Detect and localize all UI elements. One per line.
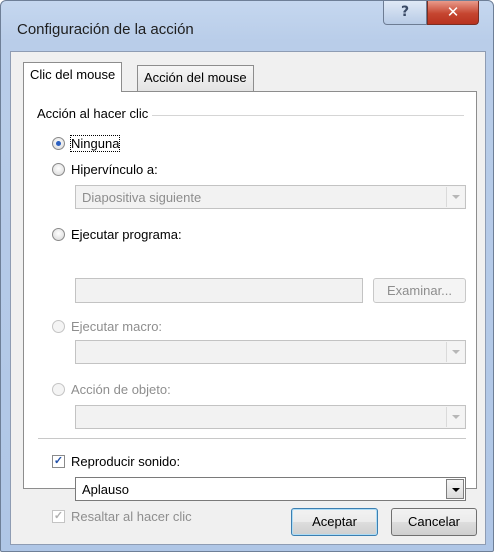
help-button[interactable]: ? — [383, 1, 427, 25]
checkbox-resaltar-label: Resaltar al hacer clic — [71, 508, 192, 524]
radio-ninguna-label: Ninguna — [69, 134, 121, 152]
chevron-down-icon — [446, 407, 464, 427]
sound-select-value: Aplauso — [82, 482, 129, 497]
macro-select — [75, 340, 466, 364]
group-heading: Acción al hacer clic — [37, 106, 153, 121]
section-divider — [38, 438, 466, 439]
close-button[interactable]: ✕ — [427, 1, 479, 25]
program-path-input[interactable] — [75, 278, 363, 303]
hyperlink-select[interactable]: Diapositiva siguiente — [75, 185, 466, 209]
cancel-button[interactable]: Cancelar — [391, 508, 477, 536]
tab-clic-del-mouse[interactable]: Clic del mouse — [23, 62, 123, 92]
chevron-down-icon[interactable] — [446, 479, 464, 499]
checkmark-icon[interactable]: ✓ — [52, 454, 65, 468]
radio-ejecutar-macro[interactable]: Ejecutar macro: — [52, 317, 162, 335]
title-bar[interactable]: Configuración de la acción ? ✕ — [1, 1, 494, 51]
dialog-window: Configuración de la acción ? ✕ Clic del … — [0, 0, 494, 552]
tab-panel: Acción al hacer clic Ninguna Hipervíncul… — [23, 91, 477, 524]
checkbox-reproducir-sonido[interactable]: ✓ Reproducir sonido: — [52, 452, 180, 470]
radio-ejecutar-programa-label: Ejecutar programa: — [71, 226, 182, 242]
chevron-down-icon[interactable] — [446, 187, 464, 207]
radio-ninguna[interactable]: Ninguna — [52, 134, 121, 152]
tab-accion-del-mouse[interactable]: Acción del mouse — [137, 65, 254, 91]
close-icon: ✕ — [446, 3, 460, 21]
radio-hipervinculo-label: Hipervínculo a: — [71, 161, 158, 177]
browse-button[interactable]: Examinar... — [373, 278, 466, 303]
radio-hipervinculo[interactable]: Hipervínculo a: — [52, 160, 158, 178]
radio-ejecutar-programa[interactable]: Ejecutar programa: — [52, 225, 182, 243]
dialog-title: Configuración de la acción — [17, 21, 194, 38]
radio-indicator-selected[interactable] — [52, 136, 65, 150]
radio-indicator-disabled — [52, 319, 65, 333]
radio-indicator-disabled — [52, 382, 65, 396]
dialog-client-area: Clic del mouse Acción del mouse Acción a… — [10, 51, 486, 545]
checkbox-reproducir-sonido-label: Reproducir sonido: — [71, 453, 181, 469]
radio-indicator[interactable] — [52, 227, 65, 241]
group-divider — [152, 115, 464, 116]
object-action-select — [75, 405, 466, 429]
hyperlink-select-value: Diapositiva siguiente — [82, 190, 202, 205]
chevron-down-icon — [446, 342, 464, 362]
radio-indicator[interactable] — [52, 162, 65, 176]
sound-select[interactable]: Aplauso — [75, 477, 466, 501]
radio-ejecutar-macro-label: Ejecutar macro: — [71, 318, 163, 334]
radio-accion-de-objeto-label: Acción de objeto: — [71, 381, 171, 397]
radio-accion-de-objeto[interactable]: Acción de objeto: — [52, 380, 171, 398]
checkbox-resaltar: ✓ Resaltar al hacer clic — [52, 507, 192, 525]
checkmark-icon: ✓ — [52, 509, 65, 523]
ok-button[interactable]: Aceptar — [291, 508, 378, 536]
